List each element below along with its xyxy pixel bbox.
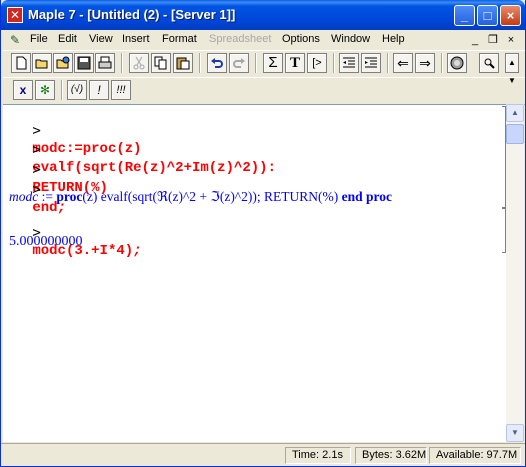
close-button[interactable]: × <box>500 5 521 26</box>
indent-icon[interactable] <box>361 53 381 73</box>
prompt-icon[interactable]: [> <box>307 53 327 73</box>
toolbar-scroll-icon[interactable]: ▲ ▼ <box>505 53 519 85</box>
redo-icon[interactable] <box>229 53 249 73</box>
proc-arg: (z) <box>82 189 98 204</box>
status-bar: Time: 2.1s Bytes: 3.62M Available: 97.7M <box>1 443 525 465</box>
output-body: evalf(sqrt( <box>97 189 157 204</box>
maximize-button[interactable]: □ <box>477 5 498 26</box>
end-proc-keyword: end proc <box>341 189 393 204</box>
document-system-menu-icon[interactable]: ✎ <box>8 33 22 47</box>
toolbar-separator <box>333 53 335 73</box>
context-toolbar: x ✻ (√) ! !!! <box>3 77 525 105</box>
output-name: modc <box>9 189 39 204</box>
bang-button[interactable]: ! <box>89 80 109 100</box>
cut-icon[interactable] <box>129 53 149 73</box>
print-icon[interactable] <box>95 53 115 73</box>
status-time: Time: 2.1s <box>285 447 351 464</box>
menu-options[interactable]: Options <box>282 33 320 45</box>
open-url-icon[interactable] <box>53 53 73 73</box>
close-icon: × <box>506 8 515 23</box>
undo-icon[interactable] <box>207 53 227 73</box>
status-bytes: Bytes: 3.62M <box>355 447 427 464</box>
statement-terminator: ; <box>133 243 142 259</box>
maple-result: 5.000000000 <box>9 234 83 249</box>
copy-icon[interactable] <box>151 53 171 73</box>
toolbar-separator <box>61 80 63 100</box>
menu-spreadsheet[interactable]: Spreadsheet <box>209 33 271 45</box>
main-toolbar: Σ T [> ⇐ ⇒ ▲ ▼ <box>3 50 525 85</box>
minimize-icon: _ <box>460 8 469 23</box>
mdi-restore-icon[interactable]: ❐ <box>485 32 501 48</box>
paste-icon[interactable] <box>173 53 193 73</box>
menu-file[interactable]: File <box>30 33 48 45</box>
back-icon[interactable]: ⇐ <box>393 53 413 73</box>
output-body: (z)^2)); RETURN(%) <box>219 189 342 204</box>
stop-icon[interactable] <box>447 53 467 73</box>
sum-icon[interactable]: Σ <box>263 53 283 73</box>
minimize-button[interactable]: _ <box>454 5 475 26</box>
menu-window[interactable]: Window <box>331 33 370 45</box>
zoom-icon[interactable] <box>479 53 499 73</box>
toolbar-separator <box>121 53 123 73</box>
proc-keyword: proc <box>56 189 83 204</box>
title-bar[interactable]: ✕ Maple 7 - [Untitled (2) - [Server 1]] … <box>1 0 525 30</box>
menu-bar: ✎ File Edit View Insert Format Spreadshe… <box>1 30 525 50</box>
menu-help[interactable]: Help <box>382 33 405 45</box>
triple-bang-button[interactable]: !!! <box>111 80 131 100</box>
real-part-symbol: ℜ <box>156 189 168 204</box>
sqrt-button[interactable]: (√) <box>67 80 87 100</box>
output-body: (z)^2 + <box>167 189 211 204</box>
outdent-icon[interactable] <box>339 53 359 73</box>
open-icon[interactable] <box>32 53 52 73</box>
assign-op: := <box>38 189 57 204</box>
imag-part-symbol: ℑ <box>210 189 220 204</box>
execute-icon[interactable]: x <box>13 80 33 100</box>
toolbar-separator <box>255 53 257 73</box>
scroll-down-icon[interactable]: ▼ <box>506 424 524 442</box>
toolbar-separator <box>387 53 389 73</box>
forward-icon[interactable]: ⇒ <box>415 53 435 73</box>
window-title: Maple 7 - [Untitled (2) - [Server 1]] <box>28 7 236 22</box>
maple-app-icon[interactable]: ✕ <box>7 7 23 23</box>
new-document-icon[interactable] <box>11 53 31 73</box>
scroll-thumb[interactable] <box>506 124 524 144</box>
mdi-close-icon[interactable]: × <box>503 32 519 48</box>
menu-insert[interactable]: Insert <box>122 33 150 45</box>
maple-leaf-icon[interactable]: ✻ <box>35 80 55 100</box>
toolbar-separator <box>199 53 201 73</box>
scroll-up-icon[interactable]: ▲ <box>506 104 524 122</box>
worksheet[interactable]: > modc:=proc(z) > evalf(sqrt(Re(z)^2+Im(… <box>3 104 506 442</box>
mdi-minimize-icon[interactable]: _ <box>467 32 483 48</box>
vertical-scrollbar[interactable]: ▲ ▼ <box>506 104 524 442</box>
status-available: Available: 97.7M <box>429 447 521 464</box>
menu-format[interactable]: Format <box>162 33 197 45</box>
maple-window: ✕ Maple 7 - [Untitled (2) - [Server 1]] … <box>0 0 526 467</box>
menu-edit[interactable]: Edit <box>58 33 77 45</box>
maple-output: modc := proc(z) evalf(sqrt(ℜ(z)^2 + ℑ(z)… <box>9 189 392 205</box>
toolbar-separator <box>441 53 443 73</box>
menu-view[interactable]: View <box>89 33 113 45</box>
text-icon[interactable]: T <box>285 53 305 73</box>
maximize-icon: □ <box>483 8 492 23</box>
save-icon[interactable] <box>74 53 94 73</box>
